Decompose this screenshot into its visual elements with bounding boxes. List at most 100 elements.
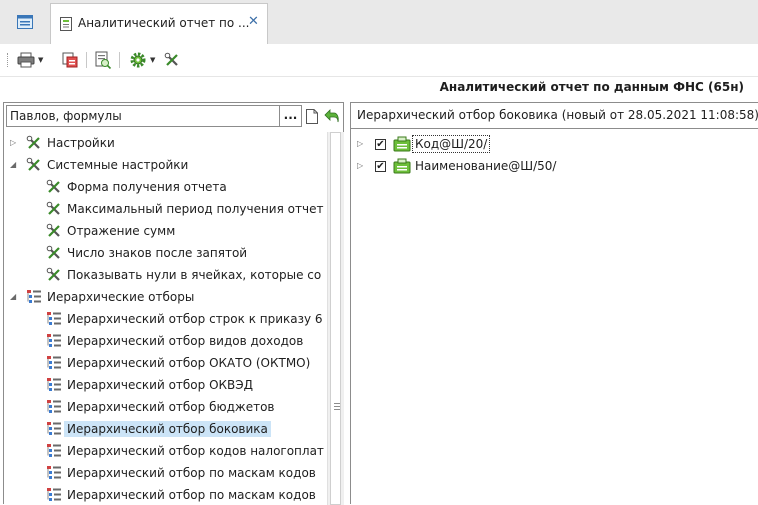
reference-open-button[interactable] xyxy=(302,105,322,127)
expand-arrow-icon[interactable]: ▷ xyxy=(357,139,363,148)
tree-item-label: Иерархический отбор строк к приказу 6 xyxy=(67,312,323,326)
tools-icon xyxy=(46,223,62,239)
tree-item-label: Иерархические отборы xyxy=(47,290,195,304)
filter-item-label: Наименование@Ш/50/ xyxy=(415,159,557,173)
window-icon xyxy=(16,15,33,29)
filter-panel: Иерархический отбор боковика (новый от 2… xyxy=(350,102,758,504)
scrollbar-grip xyxy=(334,403,340,412)
hierarchy-icon xyxy=(46,443,62,459)
tab-strip: Аналитический отчет по ... ✕ xyxy=(0,0,758,44)
export-button[interactable] xyxy=(62,50,80,70)
gear-icon xyxy=(130,52,146,68)
tree-item-label: Иерархический отбор ОКАТО (ОКТМО) xyxy=(67,356,311,370)
export-icon xyxy=(62,52,78,68)
tree-item[interactable]: Иерархический отбор ОКАТО (ОКТМО) xyxy=(4,352,326,374)
tools-icon xyxy=(46,245,62,261)
filter-checkbox[interactable]: ✔ xyxy=(375,139,386,150)
tree-scrollbar[interactable] xyxy=(327,132,344,505)
back-arrow-icon xyxy=(324,109,339,123)
reference-value: Павлов, формулы xyxy=(10,109,122,123)
hierarchy-icon xyxy=(46,377,62,393)
hierarchy-icon xyxy=(46,421,62,437)
print-button[interactable]: ▼ xyxy=(17,50,43,70)
tree-item[interactable]: Показывать нули в ячейках, которые со xyxy=(4,264,326,286)
reference-more-button[interactable]: ... xyxy=(280,105,302,127)
hierarchy-icon xyxy=(46,487,62,503)
tree-item[interactable]: ◢ Системные настройки xyxy=(4,154,326,176)
folder-group-icon xyxy=(393,136,411,152)
tree-item-label: Форма получения отчета xyxy=(67,180,227,194)
filter-item-label: Код@Ш/20/ xyxy=(411,135,491,153)
tree-item-label: Иерархический отбор видов доходов xyxy=(67,334,304,348)
tree-item[interactable]: Иерархический отбор ОКВЭД xyxy=(4,374,326,396)
hierarchy-icon xyxy=(46,399,62,415)
filter-header: Иерархический отбор боковика (новый от 2… xyxy=(351,103,758,129)
filter-item[interactable]: ▷ ✔ Код@Ш/20/ xyxy=(351,133,751,155)
tree-item[interactable]: Иерархический отбор по маскам кодов xyxy=(4,484,326,505)
tree-item[interactable]: Иерархический отбор строк к приказу 6 xyxy=(4,308,326,330)
tree-item-label: Иерархический отбор ОКВЭД xyxy=(67,378,254,392)
filter-checkbox[interactable]: ✔ xyxy=(375,161,386,172)
tree-item-label: Показывать нули в ячейках, которые со xyxy=(67,268,322,282)
tree-item-label: Иерархический отбор по маскам кодов xyxy=(67,488,316,502)
settings-tree: ▷ Настройки ◢ Системные настройки Форма полу… xyxy=(4,132,326,505)
scrollbar-thumb[interactable] xyxy=(330,132,341,505)
chevron-down-icon: ▼ xyxy=(38,56,44,64)
tree-item-label: Настройки xyxy=(47,136,115,150)
folder-group-icon xyxy=(393,158,411,174)
collapse-arrow-icon[interactable]: ◢ xyxy=(10,160,16,169)
tree-item[interactable]: ◢ Иерархические отборы xyxy=(4,286,326,308)
tree-item[interactable]: Иерархический отбор боковика xyxy=(4,418,326,440)
print-icon xyxy=(17,52,35,68)
tree-item[interactable]: Максимальный период получения отчет xyxy=(4,198,326,220)
tools-icon xyxy=(46,201,62,217)
tree-item-label: Иерархический отбор кодов налогоплат xyxy=(67,444,324,458)
toolbar: ▼ ▼ xyxy=(0,44,758,77)
tree-item[interactable]: Форма получения отчета xyxy=(4,176,326,198)
report-title: Аналитический отчет по данным ФНС (65н) xyxy=(439,80,744,94)
settings-button[interactable]: ▼ xyxy=(129,50,155,70)
tree-item[interactable]: Иерархический отбор видов доходов xyxy=(4,330,326,352)
tree-item[interactable]: Иерархический отбор по маскам кодов xyxy=(4,462,326,484)
reference-field[interactable]: Павлов, формулы xyxy=(6,105,280,127)
tree-item[interactable]: Число знаков после запятой xyxy=(4,242,326,264)
hierarchy-icon xyxy=(46,355,62,371)
expand-arrow-icon[interactable]: ▷ xyxy=(357,161,363,170)
hierarchy-icon xyxy=(26,289,42,305)
tools-icon xyxy=(26,157,42,173)
filter-item[interactable]: ▷ ✔ Наименование@Ш/50/ xyxy=(351,155,751,177)
hierarchy-icon xyxy=(46,311,62,327)
filter-title: Иерархический отбор боковика (новый от 2… xyxy=(357,108,758,122)
toolbar-separator xyxy=(86,52,87,68)
collapse-arrow-icon[interactable]: ◢ xyxy=(10,292,16,301)
tree-item[interactable]: Отражение сумм xyxy=(4,220,326,242)
tree-item-label: Иерархический отбор по маскам кодов xyxy=(67,466,316,480)
tree-item-label: Отражение сумм xyxy=(67,224,176,238)
home-tab[interactable] xyxy=(0,0,49,44)
preview-button[interactable] xyxy=(94,50,112,70)
tools-icon xyxy=(46,179,62,195)
report-doc-icon xyxy=(60,17,72,31)
tools-icon xyxy=(46,267,62,283)
report-title-bar: Аналитический отчет по данным ФНС (65н) xyxy=(0,77,758,99)
expand-arrow-icon[interactable]: ▷ xyxy=(10,138,16,147)
preview-icon xyxy=(95,51,112,69)
tools-icon xyxy=(26,135,42,151)
hierarchy-icon xyxy=(46,333,62,349)
tab-label: Аналитический отчет по ... xyxy=(78,16,250,30)
close-icon[interactable]: ✕ xyxy=(248,15,259,29)
tree-item-label: Системные настройки xyxy=(47,158,189,172)
chevron-down-icon: ▼ xyxy=(150,56,156,64)
tools-button[interactable] xyxy=(164,50,180,70)
tree-item-label: Число знаков после запятой xyxy=(67,246,248,260)
tree-item-label: Иерархический отбор боковика xyxy=(64,421,271,437)
hierarchy-icon xyxy=(46,465,62,481)
back-button[interactable] xyxy=(322,105,342,127)
tab-analytical-report[interactable]: Аналитический отчет по ... ✕ xyxy=(50,3,268,44)
tree-item-label: Максимальный период получения отчет xyxy=(67,202,324,216)
tree-item[interactable]: Иерархический отбор бюджетов xyxy=(4,396,326,418)
tree-item[interactable]: ▷ Настройки xyxy=(4,132,326,154)
tree-item[interactable]: Иерархический отбор кодов налогоплат xyxy=(4,440,326,462)
tools-icon xyxy=(164,52,178,66)
tree-item-label: Иерархический отбор бюджетов xyxy=(67,400,275,414)
